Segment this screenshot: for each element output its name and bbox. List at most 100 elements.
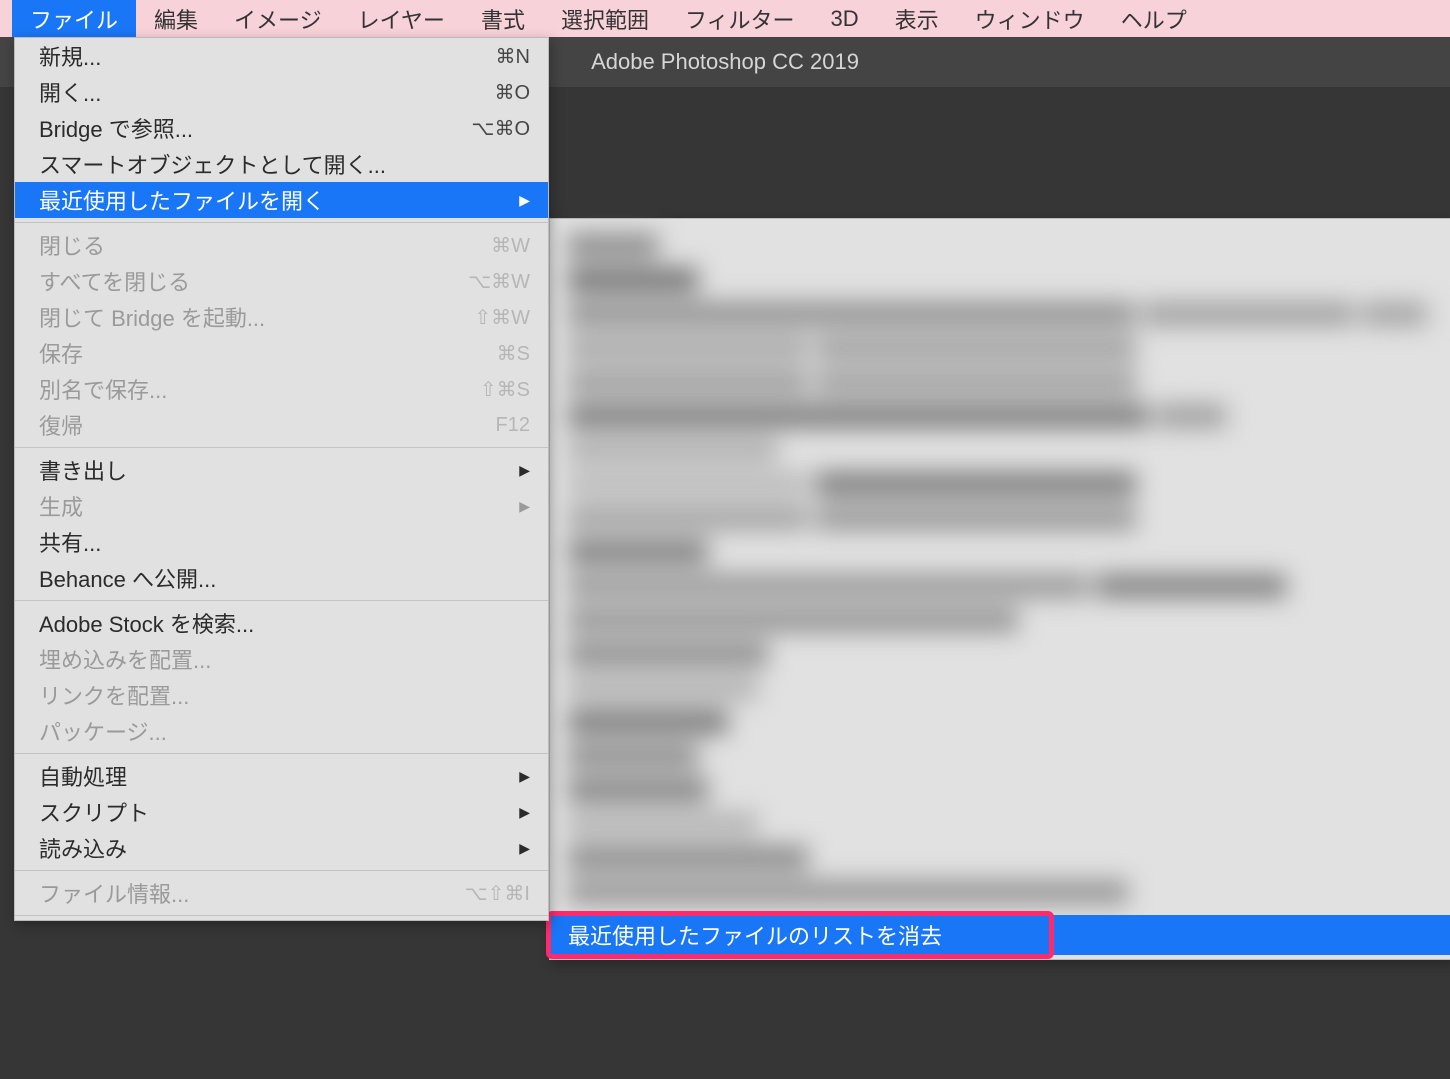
menu-item-label: スクリプト	[39, 796, 505, 828]
recent-file-item[interactable]	[568, 467, 1435, 501]
menu-image[interactable]: イメージ	[216, 0, 340, 37]
menu-item-label: 読み込み	[39, 832, 505, 864]
menu-item: リンクを配置...	[15, 677, 548, 713]
app-title: Adobe Photoshop CC 2019	[591, 49, 859, 75]
menu-shortcut: ⌘N	[496, 44, 530, 69]
menu-edit[interactable]: 編集	[136, 0, 216, 37]
menu-item-label: スマートオブジェクトとして開く...	[39, 148, 530, 180]
clear-recent-files-item[interactable]: 最近使用したファイルのリストを消去	[550, 915, 1450, 955]
menu-item: 復帰 F12	[15, 407, 548, 443]
menu-item-label: Bridge で参照...	[39, 112, 451, 144]
menu-item-label: 閉じて Bridge を起動...	[39, 301, 454, 333]
menu-item: 生成 ▶	[15, 488, 548, 524]
menu-shortcut: ⌘W	[491, 233, 530, 258]
menu-item-label: 閉じる	[39, 229, 471, 261]
menu-item: 別名で保存... ⇧⌘S	[15, 371, 548, 407]
menu-item[interactable]: 自動処理▶	[15, 758, 548, 794]
recent-file-item[interactable]	[568, 637, 1435, 671]
recent-file-item[interactable]	[568, 671, 1435, 705]
menu-item-label: パッケージ...	[39, 715, 530, 747]
menu-separator	[15, 222, 548, 223]
menu-item-label: ファイル情報...	[39, 877, 445, 909]
recent-file-item[interactable]	[568, 569, 1435, 603]
recent-file-item[interactable]	[568, 739, 1435, 773]
menu-item[interactable]: 共有...	[15, 524, 548, 560]
menu-shortcut: ⇧⌘W	[474, 305, 530, 330]
menu-item[interactable]: 書き出し ▶	[15, 452, 548, 488]
menu-item-label: Behance へ公開...	[39, 562, 530, 594]
menu-item-label: 復帰	[39, 409, 476, 441]
menu-item-label: Adobe Stock を検索...	[39, 607, 530, 639]
menu-shortcut: ⌥⌘W	[468, 269, 530, 294]
menu-item-label: すべてを閉じる	[39, 265, 448, 297]
menu-item[interactable]: Behance へ公開...	[15, 560, 548, 596]
submenu-arrow-icon: ▶	[519, 462, 530, 479]
menu-shortcut: F12	[496, 414, 530, 437]
recent-file-item[interactable]	[568, 365, 1435, 399]
menu-window[interactable]: ウィンドウ	[957, 0, 1103, 37]
menu-shortcut: ⇧⌘S	[480, 377, 530, 402]
menu-item[interactable]: スクリプト ▶	[15, 794, 548, 830]
menu-type[interactable]: 書式	[463, 0, 543, 37]
menu-file[interactable]: ファイル	[12, 0, 136, 37]
menu-item[interactable]: 開く... ⌘O	[15, 74, 548, 110]
menu-separator	[15, 870, 548, 871]
file-dropdown-menu: 新規... ⌘N 開く... ⌘O Bridge で参照... ⌥⌘O スマートオブジェクト…	[14, 37, 549, 921]
menu-filter[interactable]: フィルター	[667, 0, 813, 37]
menu-item-label: 開く...	[39, 76, 474, 108]
recent-file-item[interactable]	[568, 705, 1435, 739]
menu-item: パッケージ...	[15, 713, 548, 749]
menubar: ファイル 編集 イメージ レイヤー 書式 選択範囲 フィルター 3D 表示 ウィ…	[0, 0, 1450, 37]
menu-item: 保存⌘S	[15, 335, 548, 371]
menu-shortcut: ⌥⇧⌘I	[465, 881, 530, 906]
menu-item[interactable]: スマートオブジェクトとして開く...	[15, 146, 548, 182]
recent-file-item[interactable]	[568, 773, 1435, 807]
recent-file-item[interactable]	[568, 399, 1435, 433]
recent-file-item[interactable]	[568, 535, 1435, 569]
menu-shortcut: ⌘S	[497, 341, 530, 366]
menu-item[interactable]: Adobe Stock を検索...	[15, 605, 548, 641]
menu-item-label: 生成	[39, 490, 505, 522]
menu-separator	[15, 915, 548, 916]
recent-file-item[interactable]	[568, 501, 1435, 535]
submenu-arrow-icon: ▶	[519, 498, 530, 515]
submenu-arrow-icon: ▶	[519, 840, 530, 857]
menu-separator	[15, 447, 548, 448]
recent-files-submenu: 最近使用したファイルのリストを消去	[549, 218, 1450, 960]
menu-item-label: 新規...	[39, 40, 476, 72]
menu-item-label: 埋め込みを配置...	[39, 643, 530, 675]
menu-item-label: 最近使用したファイルを開く	[39, 184, 505, 216]
menu-item[interactable]: 読み込み ▶	[15, 830, 548, 866]
submenu-arrow-icon: ▶	[519, 804, 530, 821]
menu-shortcut: ⌥⌘O	[471, 116, 530, 141]
menu-help[interactable]: ヘルプ	[1103, 0, 1205, 37]
menu-separator	[15, 753, 548, 754]
recent-file-item[interactable]	[568, 229, 1435, 263]
recent-files-list	[550, 225, 1450, 915]
menu-item[interactable]: 新規... ⌘N	[15, 38, 548, 74]
recent-file-item[interactable]	[568, 603, 1435, 637]
menu-view[interactable]: 表示	[877, 0, 957, 37]
menu-item[interactable]: Bridge で参照... ⌥⌘O	[15, 110, 548, 146]
menu-3d[interactable]: 3D	[813, 0, 877, 37]
menu-item-label: 共有...	[39, 526, 530, 558]
menu-layer[interactable]: レイヤー	[340, 0, 463, 37]
menu-item[interactable]: 最近使用したファイルを開く▶	[15, 182, 548, 218]
recent-file-item[interactable]	[568, 331, 1435, 365]
menu-item-label: 別名で保存...	[39, 373, 460, 405]
menu-item: ファイル情報... ⌥⇧⌘I	[15, 875, 548, 911]
menu-item-label: 書き出し	[39, 454, 505, 486]
menu-shortcut: ⌘O	[494, 80, 530, 105]
recent-file-item[interactable]	[568, 875, 1435, 909]
recent-file-item[interactable]	[568, 841, 1435, 875]
recent-file-item[interactable]	[568, 807, 1435, 841]
recent-file-item[interactable]	[568, 433, 1435, 467]
menu-item: 閉じて Bridge を起動... ⇧⌘W	[15, 299, 548, 335]
recent-file-item[interactable]	[568, 263, 1435, 297]
menu-item: 埋め込みを配置...	[15, 641, 548, 677]
menu-item-label: 自動処理	[39, 760, 505, 792]
menu-item: 閉じる ⌘W	[15, 227, 548, 263]
recent-file-item[interactable]	[568, 297, 1435, 331]
menu-item: すべてを閉じる ⌥⌘W	[15, 263, 548, 299]
menu-select[interactable]: 選択範囲	[543, 0, 667, 37]
